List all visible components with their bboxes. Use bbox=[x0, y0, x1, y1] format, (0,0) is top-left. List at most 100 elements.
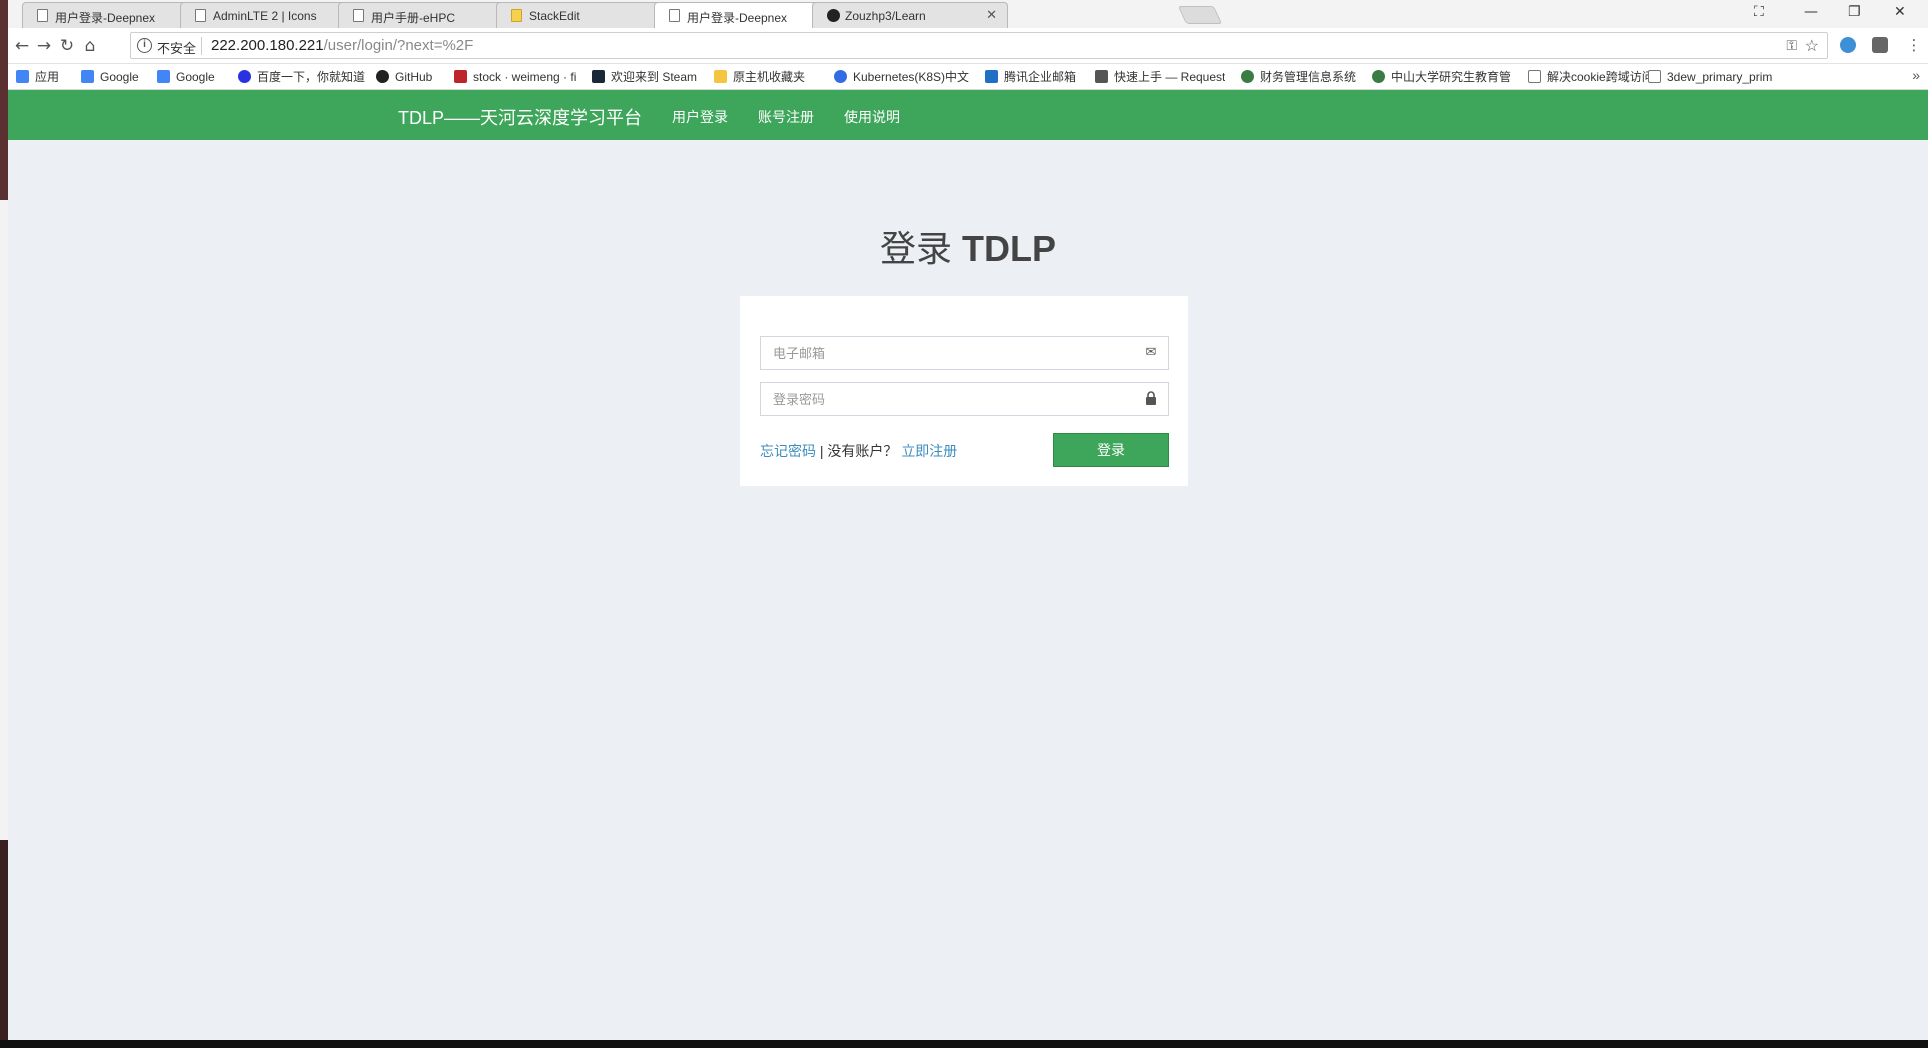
google-icon bbox=[81, 70, 94, 83]
github-icon bbox=[376, 70, 389, 83]
bookmark-label: 解决cookie跨域访问 bbox=[1547, 70, 1654, 84]
page-icon bbox=[353, 9, 364, 22]
nav-register-link[interactable]: 账号注册 bbox=[758, 107, 814, 127]
page-content: TDLP——天河云深度学习平台 用户登录 账号注册 使用说明 登录 TDLP ✉… bbox=[8, 90, 1928, 1040]
bookmark-item[interactable]: 解决cookie跨域访问 bbox=[1528, 69, 1654, 85]
tab-label: StackEdit bbox=[529, 9, 580, 23]
email-field[interactable] bbox=[760, 336, 1169, 370]
bookmark-label: Google bbox=[176, 70, 215, 84]
bookmark-item[interactable]: 原主机收藏夹 bbox=[714, 69, 805, 85]
apps-icon bbox=[16, 70, 29, 83]
bookmark-item[interactable]: 腾讯企业邮箱 bbox=[985, 69, 1076, 85]
password-field[interactable] bbox=[760, 382, 1169, 416]
page-icon bbox=[195, 9, 206, 22]
browser-window: 用户登录-Deepnex ✕ AdminLTE 2 | Icons ✕ 用户手册… bbox=[8, 0, 1928, 1040]
auth-links: 忘记密码 | 没有账户？ 立即注册 bbox=[760, 441, 957, 461]
user-profile-icon[interactable]: ⛶ bbox=[1754, 4, 1764, 20]
google-icon bbox=[157, 70, 170, 83]
bookmark-label: Google bbox=[100, 70, 139, 84]
url-host: 222.200.180.221 bbox=[211, 37, 324, 54]
page-title: 登录 TDLP bbox=[8, 220, 1928, 272]
bookmark-label: stock · weimeng · fi bbox=[473, 70, 577, 84]
nav-login-link[interactable]: 用户登录 bbox=[672, 107, 728, 127]
extension-icon[interactable] bbox=[1872, 37, 1888, 53]
nav-help-link[interactable]: 使用说明 bbox=[844, 107, 900, 127]
bookmark-item[interactable]: Google bbox=[81, 69, 139, 85]
bookmark-label: 快速上手 — Request bbox=[1114, 70, 1226, 84]
bookmark-item[interactable]: Google bbox=[157, 69, 215, 85]
bookmark-label: 财务管理信息系统 bbox=[1260, 70, 1357, 84]
bookmark-item[interactable]: GitHub bbox=[376, 69, 432, 85]
bookmark-label: 应用 bbox=[35, 70, 60, 84]
restore-button[interactable]: ❐ bbox=[1848, 4, 1861, 20]
bookmark-item[interactable]: 快速上手 — Request bbox=[1095, 69, 1225, 85]
bookmark-item[interactable]: 3dew_primary_prim bbox=[1648, 69, 1772, 85]
bookmark-label: 3dew_primary_prim bbox=[1667, 70, 1773, 84]
key-icon[interactable]: ⚿ bbox=[1786, 37, 1797, 54]
bookmark-item[interactable]: 中山大学研究生教育管 bbox=[1372, 69, 1511, 85]
bookmark-item[interactable]: 财务管理信息系统 bbox=[1241, 69, 1356, 85]
tab-label: 用户登录-Deepnex bbox=[55, 11, 156, 25]
url-text: 222.200.180.221/user/login/?next=%2F bbox=[211, 37, 473, 54]
close-icon[interactable]: ✕ bbox=[986, 7, 997, 23]
back-icon[interactable]: ← bbox=[12, 36, 32, 56]
bookmark-label: 百度一下，你就知道 bbox=[257, 70, 366, 84]
folder-icon bbox=[714, 70, 727, 83]
brand-link[interactable]: TDLP——天河云深度学习平台 bbox=[398, 104, 642, 130]
top-navbar: TDLP——天河云深度学习平台 用户登录 账号注册 使用说明 bbox=[8, 90, 1928, 140]
stock-icon bbox=[454, 70, 467, 83]
bookmark-label: 中山大学研究生教育管 bbox=[1391, 70, 1511, 84]
home-icon[interactable]: ⌂ bbox=[80, 36, 100, 56]
bookmark-label: Kubernetes(K8S)中文 bbox=[853, 70, 970, 84]
forward-icon[interactable]: → bbox=[34, 36, 54, 56]
bookmarks-bar: 应用 Google Google 百度一下，你就知道 GitHub stock · wei… bbox=[8, 64, 1928, 90]
tab-label: 用户登录-Deepnex bbox=[687, 11, 788, 25]
forgot-password-link[interactable]: 忘记密码 bbox=[760, 443, 816, 459]
kubernetes-icon bbox=[834, 70, 847, 83]
stackedit-icon bbox=[511, 9, 522, 22]
bookmark-item[interactable]: Kubernetes(K8S)中文 bbox=[834, 69, 969, 85]
title-prefix: 登录 bbox=[879, 228, 952, 269]
tab-label: 用户手册-eHPC bbox=[371, 11, 456, 25]
login-form: ✉ 忘记密码 | 没有账户？ 立即注册 登录 bbox=[740, 296, 1188, 486]
bookmark-item[interactable]: 百度一下，你就知道 bbox=[238, 69, 365, 85]
login-button[interactable]: 登录 bbox=[1053, 433, 1169, 467]
url-path: /user/login/?next=%2F bbox=[323, 37, 474, 54]
no-account-text: | 没有账户？ bbox=[819, 443, 898, 459]
bookmark-item[interactable]: stock · weimeng · fi bbox=[454, 69, 576, 85]
bookmark-label: 原主机收藏夹 bbox=[733, 70, 806, 84]
reload-icon[interactable]: ↻ bbox=[57, 36, 77, 56]
page-icon bbox=[37, 9, 48, 22]
close-window-button[interactable]: ✕ bbox=[1894, 4, 1906, 20]
bookmark-item[interactable]: 欢迎来到 Steam bbox=[592, 69, 697, 85]
star-icon[interactable]: ☆ bbox=[1805, 36, 1819, 56]
envelope-icon: ✉ bbox=[1145, 345, 1157, 360]
browser-toolbar: ← → ↻ ⌂ i 不安全 222.200.180.221/user/login… bbox=[8, 28, 1928, 64]
bookmark-label: 腾讯企业邮箱 bbox=[1004, 70, 1077, 84]
page-icon bbox=[1648, 70, 1661, 83]
tab-label: AdminLTE 2 | Icons bbox=[213, 9, 317, 23]
github-icon bbox=[827, 9, 840, 22]
book-icon bbox=[1095, 70, 1108, 83]
steam-icon bbox=[592, 70, 605, 83]
bookmark-item[interactable]: 应用 bbox=[16, 69, 59, 85]
page-icon bbox=[1528, 70, 1541, 83]
extension-globe-icon[interactable] bbox=[1840, 37, 1856, 53]
menu-icon[interactable]: ⋮ bbox=[1904, 36, 1924, 54]
security-label: 不安全 bbox=[157, 41, 197, 56]
more-bookmarks-icon[interactable]: » bbox=[1912, 67, 1920, 83]
info-icon[interactable]: i bbox=[137, 38, 152, 53]
register-link[interactable]: 立即注册 bbox=[901, 443, 957, 459]
tab-label: Zouzhp3/Learn bbox=[845, 9, 926, 23]
page-icon bbox=[669, 9, 680, 22]
bookmark-label: 欢迎来到 Steam bbox=[611, 70, 698, 84]
minimize-button[interactable]: — bbox=[1804, 4, 1818, 20]
tab-strip: 用户登录-Deepnex ✕ AdminLTE 2 | Icons ✕ 用户手册… bbox=[8, 0, 1928, 29]
address-bar[interactable]: i 不安全 222.200.180.221/user/login/?next=%… bbox=[130, 32, 1828, 59]
lock-icon bbox=[1142, 391, 1160, 407]
baidu-icon bbox=[238, 70, 251, 83]
tab[interactable]: Zouzhp3/Learn ✕ bbox=[812, 2, 1008, 28]
desktop-edge bbox=[0, 0, 8, 1048]
seal-icon bbox=[1241, 70, 1254, 83]
new-tab-button[interactable] bbox=[1177, 6, 1223, 24]
